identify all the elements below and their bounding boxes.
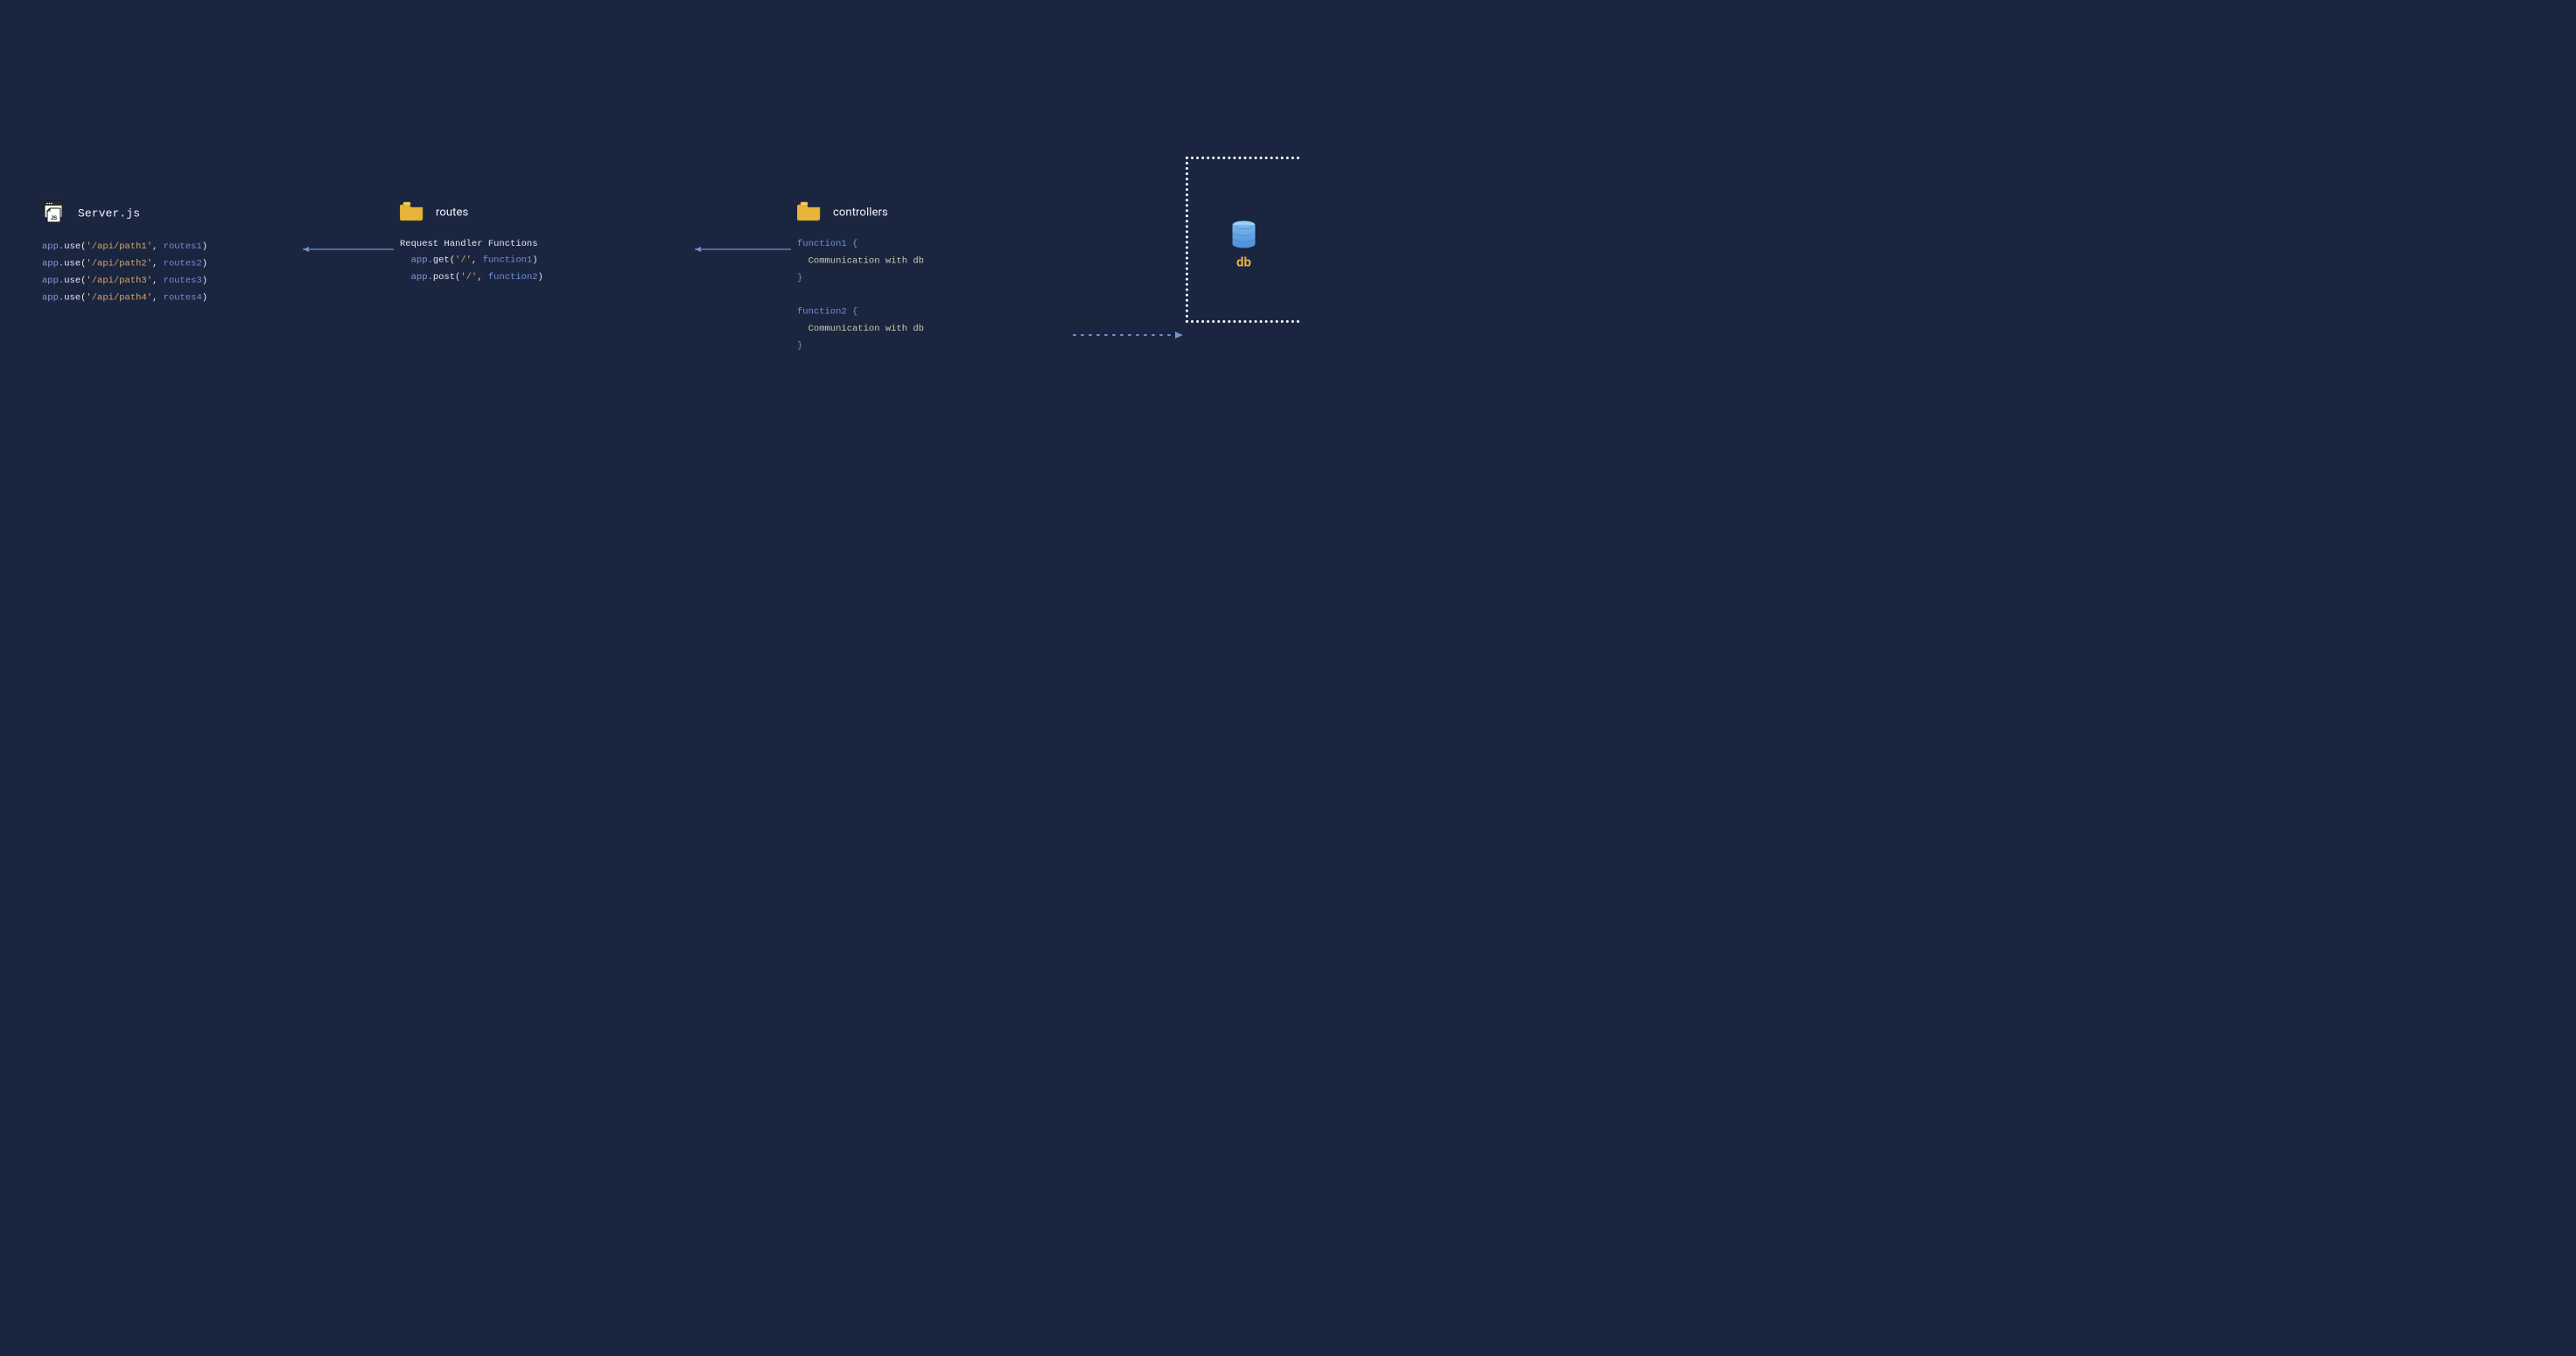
file-js-icon: JS <box>42 199 66 227</box>
controllers-title: controllers <box>833 206 888 219</box>
controller-fn-decl: function2 { <box>797 304 924 320</box>
arrows-layer <box>0 0 1288 678</box>
routes-heading: routes <box>400 199 543 225</box>
routes-header-text: Request Handler Functions <box>400 236 543 253</box>
routes-line: app.post('/', function2) <box>400 269 543 285</box>
routes-line: app.get('/', function1) <box>400 252 543 269</box>
server-line: app.use('/api/path1', routes1) <box>42 239 207 255</box>
server-heading: JS Server.js <box>42 199 207 227</box>
server-line: app.use('/api/path4', routes4) <box>42 290 207 306</box>
folder-icon <box>797 199 822 225</box>
routes-column: routes Request Handler Functions app.get… <box>400 199 543 286</box>
db-container: db <box>1186 157 1299 323</box>
routes-title: routes <box>436 206 468 219</box>
controller-fn-decl: function1 { <box>797 236 924 253</box>
controller-fn-close: } <box>797 338 924 354</box>
server-title: Server.js <box>78 206 140 220</box>
controllers-heading: controllers <box>797 199 924 225</box>
server-column: JS Server.js app.use('/api/path1', route… <box>42 199 207 306</box>
server-code: app.use('/api/path1', routes1) app.use('… <box>42 239 207 307</box>
server-line: app.use('/api/path2', routes2) <box>42 255 207 272</box>
database-icon <box>1231 220 1257 255</box>
controller-fn-body: Communication with db <box>797 321 924 338</box>
server-line: app.use('/api/path3', routes3) <box>42 272 207 289</box>
folder-icon <box>400 199 424 225</box>
blank-line <box>797 287 924 304</box>
svg-text:JS: JS <box>51 216 57 221</box>
db-label: db <box>1188 255 1299 270</box>
controller-fn-body: Communication with db <box>797 253 924 269</box>
controllers-column: controllers function1 { Communication wi… <box>797 199 924 354</box>
controller-fn-close: } <box>797 269 924 286</box>
